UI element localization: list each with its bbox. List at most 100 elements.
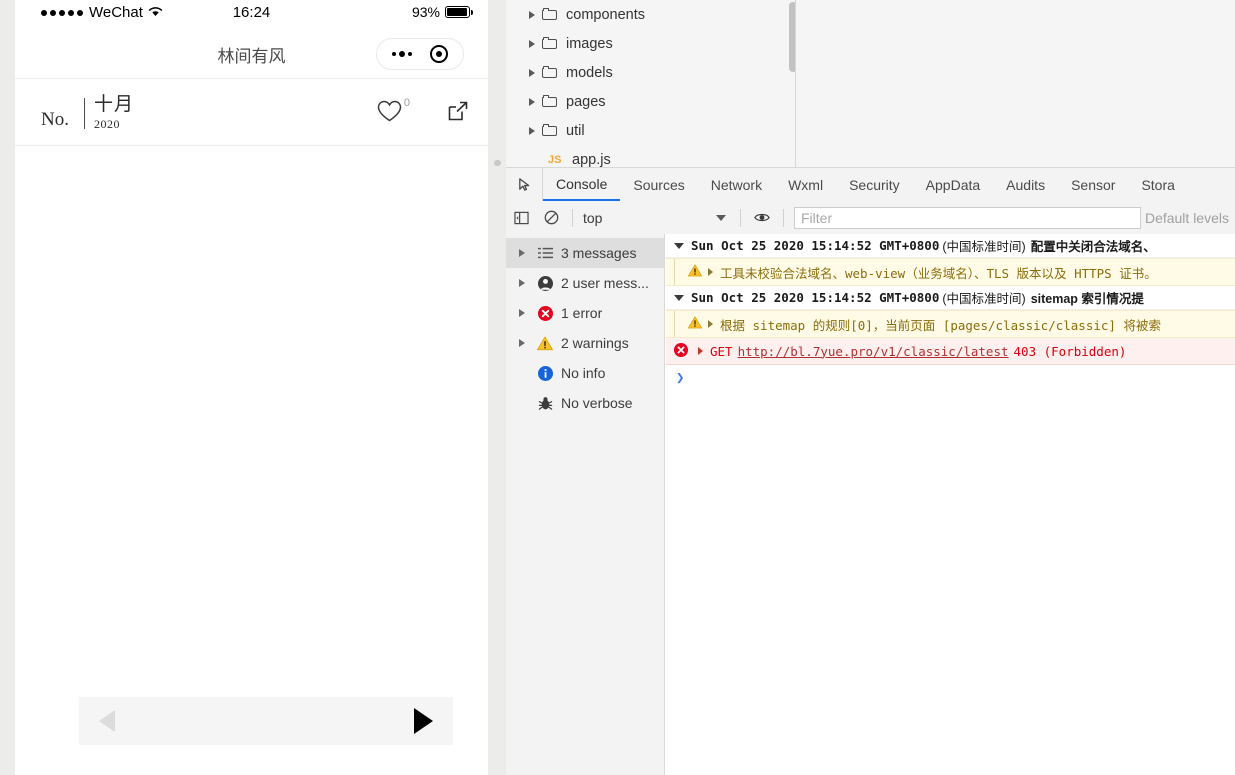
tree-item-app-js[interactable]: JS app.js [506, 145, 795, 168]
list-icon [535, 247, 555, 259]
close-target-icon[interactable] [430, 45, 448, 63]
heart-icon [377, 100, 402, 122]
console-group-header-1[interactable]: Sun Oct 25 2020 15:14:52 GMT+0800 (中国标准时… [666, 234, 1235, 258]
toggle-console-sidebar-button[interactable] [506, 211, 536, 225]
expand-arrow-icon[interactable] [708, 320, 713, 328]
console-sidebar: 3 messages 2 user mess... 1 error 2 warn… [506, 234, 665, 775]
tab-audits[interactable]: Audits [993, 168, 1058, 201]
toolbar-separator [740, 208, 741, 227]
tab-sources[interactable]: Sources [620, 168, 697, 201]
inspect-element-button[interactable] [506, 168, 543, 201]
context-label: top [583, 209, 603, 226]
header-divider [84, 98, 85, 129]
like-button[interactable]: 0 [376, 97, 410, 123]
tree-item-label: app.js [572, 151, 611, 168]
verbose-bug-icon [535, 396, 555, 411]
chevron-right-icon[interactable] [519, 339, 535, 347]
tree-item-label: images [566, 35, 613, 52]
tab-appdata[interactable]: AppData [913, 168, 993, 201]
tab-console[interactable]: Console [543, 168, 621, 201]
console-warning-row-1[interactable]: 工具未校验合法域名、web-view（业务域名）、TLS 版本以及 HTTPS … [666, 258, 1235, 286]
phone-status-bar: WeChat 16:24 93% [15, 0, 488, 28]
sidebar-item-warnings[interactable]: 2 warnings [506, 328, 664, 358]
chevron-down-icon[interactable] [674, 242, 684, 249]
file-tree-divider [795, 0, 796, 168]
chevron-right-icon[interactable] [519, 249, 535, 257]
group-timestamp: Sun Oct 25 2020 15:14:52 GMT+0800 [691, 238, 940, 253]
file-tree: components images models pages util JS a… [506, 0, 795, 168]
live-expression-button[interactable] [747, 211, 777, 224]
tree-item-components[interactable]: components [506, 0, 795, 29]
tree-item-label: components [566, 6, 645, 23]
expand-arrow-icon[interactable] [698, 347, 703, 355]
group-message: sitemap 索引情况提 [1030, 292, 1144, 306]
simulator-pane: WeChat 16:24 93% 林间有风 No. 十月 2020 0 [0, 0, 506, 775]
tab-security[interactable]: Security [836, 168, 913, 201]
share-button[interactable] [446, 99, 470, 128]
chevron-down-icon[interactable] [674, 294, 684, 301]
clear-console-button[interactable] [536, 210, 566, 225]
tab-label: Console [556, 175, 608, 192]
header-actions: 0 [376, 97, 470, 128]
console-prompt-row[interactable]: ❯ [666, 365, 1235, 391]
tab-label: Security [849, 176, 900, 193]
sidebar-item-info[interactable]: No info [506, 358, 664, 388]
group-message: 配置中关闭合法域名、 [1030, 240, 1156, 254]
sidebar-item-user-messages[interactable]: 2 user mess... [506, 268, 664, 298]
no-entry-icon [544, 210, 558, 225]
console-warning-row-2[interactable]: 根据 sitemap 的规则[0]，当前页面 [pages/classic/cl… [666, 310, 1235, 338]
tab-label: Audits [1006, 176, 1046, 193]
user-icon [535, 275, 555, 291]
group-timestamp: Sun Oct 25 2020 15:14:52 GMT+0800 [691, 290, 940, 305]
eye-icon [754, 213, 770, 222]
date-block: 十月 2020 [94, 95, 134, 130]
console-error-row[interactable]: GET http://bl.7yue.pro/v1/classic/latest… [666, 338, 1235, 365]
more-menu-icon[interactable] [392, 51, 412, 57]
wechat-capsule-button[interactable] [376, 38, 464, 70]
chevron-right-icon[interactable] [519, 279, 535, 287]
chevron-right-icon[interactable] [524, 97, 540, 106]
chevron-right-icon[interactable] [519, 309, 535, 317]
folder-icon [542, 95, 558, 108]
error-url-link[interactable]: http://bl.7yue.pro/v1/classic/latest [738, 344, 1009, 359]
simulator-scroll-thumb[interactable] [494, 160, 501, 166]
chevron-down-icon[interactable] [716, 214, 726, 221]
tab-storage[interactable]: Stora [1128, 168, 1187, 201]
sidebar-item-messages[interactable]: 3 messages [506, 238, 664, 268]
chevron-right-icon[interactable] [524, 39, 540, 48]
devtools-pane: components images models pages util JS a… [506, 0, 1235, 775]
log-level-selector[interactable]: Default levels [1145, 210, 1235, 226]
execution-context-selector[interactable]: top [579, 210, 734, 226]
prev-arrow-icon[interactable] [99, 710, 115, 732]
filter-input[interactable] [794, 206, 1141, 229]
tree-item-pages[interactable]: pages [506, 87, 795, 116]
tree-item-images[interactable]: images [506, 29, 795, 58]
phone-nav-bar: 林间有风 [15, 28, 488, 79]
chevron-right-icon[interactable] [524, 10, 540, 19]
tree-item-label: pages [566, 93, 606, 110]
info-icon [535, 365, 555, 381]
folder-icon [542, 8, 558, 21]
tree-item-models[interactable]: models [506, 58, 795, 87]
tab-sensor[interactable]: Sensor [1058, 168, 1128, 201]
console-body: 3 messages 2 user mess... 1 error 2 warn… [506, 234, 1235, 775]
chevron-right-icon[interactable] [524, 126, 540, 135]
month-label: 十月 [94, 94, 135, 115]
sidebar-item-label: No verbose [561, 395, 633, 411]
simulator-scroll-strip[interactable] [488, 0, 506, 775]
expand-arrow-icon[interactable] [708, 268, 713, 276]
group-timezone: (中国标准时间) [942, 292, 1026, 306]
sidebar-item-verbose[interactable]: No verbose [506, 388, 664, 418]
sidebar-item-errors[interactable]: 1 error [506, 298, 664, 328]
chevron-right-icon[interactable] [524, 68, 540, 77]
console-group-header-2[interactable]: Sun Oct 25 2020 15:14:52 GMT+0800 (中国标准时… [666, 286, 1235, 310]
tab-wxml[interactable]: Wxml [775, 168, 836, 201]
group-indent-guide [674, 259, 680, 285]
tab-network[interactable]: Network [698, 168, 775, 201]
tab-label: Network [710, 176, 763, 193]
next-arrow-icon[interactable] [414, 708, 433, 734]
console-messages: Sun Oct 25 2020 15:14:52 GMT+0800 (中国标准时… [666, 234, 1235, 775]
app-root: WeChat 16:24 93% 林间有风 No. 十月 2020 0 comp… [0, 0, 1235, 775]
tree-item-util[interactable]: util [506, 116, 795, 145]
external-link-icon [448, 101, 468, 121]
